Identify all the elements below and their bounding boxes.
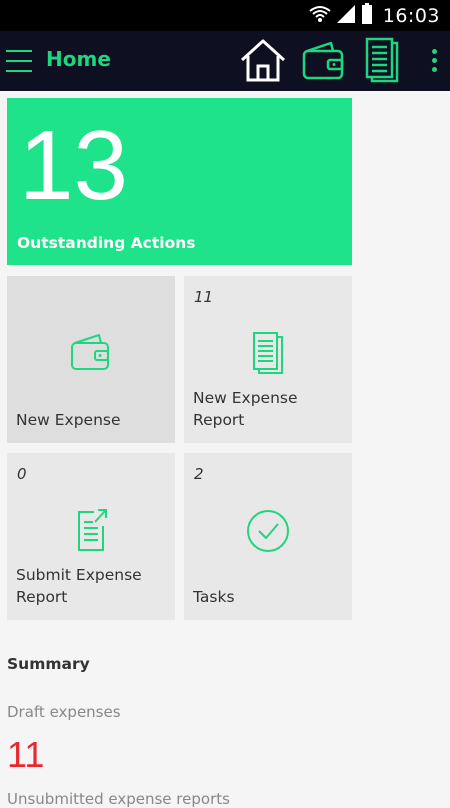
new-expense-tile[interactable]: New Expense (7, 276, 175, 443)
tile-count: 0 (17, 465, 27, 483)
tile-label: Submit Expense Report (16, 566, 142, 606)
outstanding-actions-tile[interactable]: 13 Outstanding Actions (7, 98, 352, 265)
outstanding-label: Outstanding Actions (17, 234, 196, 252)
tile-label: New Expense Report (193, 389, 298, 429)
wifi-icon (309, 4, 331, 28)
document-icon[interactable] (362, 37, 402, 85)
status-bar: 16:03 (0, 0, 450, 31)
status-icons: 16:03 (309, 0, 440, 31)
hamburger-menu-icon[interactable] (6, 50, 34, 72)
draft-expenses-value: 11 (7, 734, 45, 775)
summary-heading: Summary (7, 655, 90, 673)
checkmark-circle-icon (184, 508, 352, 554)
wallet-icon (7, 331, 175, 373)
wallet-icon[interactable] (300, 37, 346, 85)
document-icon (184, 331, 352, 377)
app-bar: Home (0, 31, 450, 91)
page-title: Home (46, 47, 111, 71)
unsubmitted-reports-label: Unsubmitted expense reports (7, 790, 230, 808)
home-icon[interactable] (238, 37, 288, 85)
new-expense-report-tile[interactable]: 11 New Expense Report (184, 276, 352, 443)
tile-count: 2 (194, 465, 204, 483)
tile-count: 11 (194, 288, 214, 306)
battery-icon (361, 2, 373, 29)
draft-expenses-label: Draft expenses (7, 703, 121, 721)
status-time: 16:03 (382, 4, 440, 27)
outstanding-count: 13 (19, 110, 129, 220)
overflow-menu-icon[interactable] (432, 49, 438, 75)
signal-icon (335, 4, 357, 28)
tasks-tile[interactable]: 2 Tasks (184, 453, 352, 620)
submit-document-icon (7, 508, 175, 554)
tile-label: New Expense (16, 411, 121, 429)
tile-label: Tasks (193, 588, 235, 606)
submit-expense-report-tile[interactable]: 0 Submit Expense Report (7, 453, 175, 620)
